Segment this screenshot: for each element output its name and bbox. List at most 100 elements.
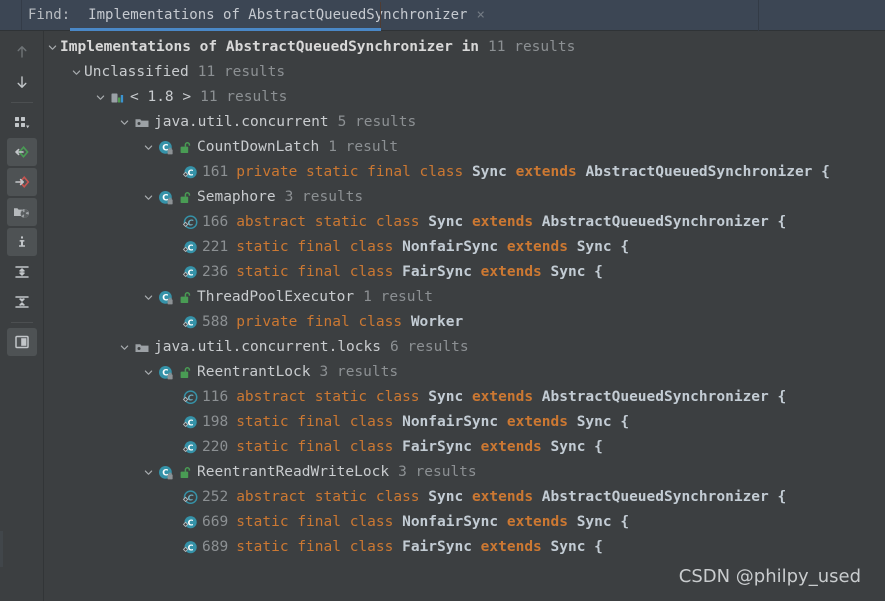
code-token: extends bbox=[471, 489, 542, 505]
code-token: AbstractQueuedSynchronizer bbox=[541, 489, 778, 505]
code-token: static bbox=[236, 264, 298, 280]
svg-text:C: C bbox=[162, 193, 168, 203]
tree-row-class[interactable]: C Semaphore 3 results bbox=[45, 185, 885, 210]
tree-row-class[interactable]: C ThreadPoolExecutor 1 result bbox=[45, 285, 885, 310]
tree-row-usage[interactable]: C 116 abstract static class Sync extends A… bbox=[45, 385, 885, 410]
tab-implementations[interactable]: Implementations of AbstractQueuedSynchro… bbox=[80, 0, 492, 30]
tree-row-package[interactable]: java.util.concurrent 5 results bbox=[45, 110, 885, 135]
tree-row-usage[interactable]: C 198 static final class NonfairSync exten… bbox=[45, 410, 885, 435]
tree-row-class[interactable]: C ReentrantReadWriteLock 3 results bbox=[45, 460, 885, 485]
tree-node-label: < 1.8 > bbox=[130, 89, 192, 105]
code-token: final bbox=[297, 539, 350, 555]
tree-row-usage[interactable]: C 689 static final class FairSync extends … bbox=[45, 535, 885, 560]
tree-row-usage[interactable]: C 221 static final class NonfairSync exten… bbox=[45, 235, 885, 260]
code-token: abstract bbox=[236, 389, 315, 405]
code-token: private bbox=[236, 164, 307, 180]
tree-row-usage[interactable]: C 161 private static final class Sync exte… bbox=[45, 160, 885, 185]
header-left-strip bbox=[0, 0, 22, 30]
code-token: extends bbox=[506, 414, 577, 430]
chevron-down-icon[interactable] bbox=[69, 67, 84, 78]
tree-row-usage[interactable]: C 166 abstract static class Sync extends A… bbox=[45, 210, 885, 235]
code-token: { bbox=[620, 514, 630, 530]
code-token: class bbox=[375, 489, 429, 505]
package-icon bbox=[132, 113, 152, 133]
tree-row-usage[interactable]: C 220 static final class FairSync extends … bbox=[45, 435, 885, 460]
find-toolbar bbox=[0, 31, 44, 601]
line-number: 689 bbox=[202, 539, 229, 555]
class-icon: C bbox=[156, 463, 176, 483]
chevron-down-icon[interactable] bbox=[117, 342, 132, 353]
result-count: 1 result bbox=[328, 139, 399, 155]
code-token: extends bbox=[480, 439, 551, 455]
public-visibility-icon bbox=[178, 190, 192, 206]
chevron-down-icon[interactable] bbox=[117, 117, 132, 128]
tree-row-group[interactable]: Unclassified 11 results bbox=[45, 60, 885, 85]
usage-code-snippet: static final class NonfairSync extends S… bbox=[236, 410, 629, 435]
inner-class-icon: C bbox=[180, 438, 200, 458]
class-icon: C bbox=[156, 138, 176, 158]
preview-panel-icon[interactable] bbox=[6, 328, 37, 356]
code-token: static bbox=[236, 439, 298, 455]
code-token: Sync bbox=[471, 164, 516, 180]
code-token: Sync bbox=[550, 539, 595, 555]
chevron-down-icon[interactable] bbox=[141, 367, 156, 378]
svg-text:C: C bbox=[188, 218, 194, 227]
code-token: { bbox=[594, 539, 603, 555]
code-token: class bbox=[349, 239, 403, 255]
show-read-access-icon[interactable] bbox=[6, 138, 37, 166]
collapse-all-icon[interactable] bbox=[7, 288, 37, 316]
svg-text:C: C bbox=[162, 368, 168, 378]
tree-row-usage[interactable]: C 588 private final class Worker bbox=[45, 310, 885, 335]
tree-node-label: ThreadPoolExecutor bbox=[197, 289, 355, 305]
tree-row-group[interactable]: < 1.8 > 11 results bbox=[45, 85, 885, 110]
svg-text:C: C bbox=[188, 443, 194, 452]
code-token: final bbox=[297, 414, 350, 430]
code-token: NonfairSync bbox=[402, 239, 507, 255]
code-token: static bbox=[306, 164, 368, 180]
line-number: 221 bbox=[202, 239, 229, 255]
chevron-down-icon[interactable] bbox=[141, 467, 156, 478]
info-icon[interactable] bbox=[6, 228, 37, 256]
line-number: 669 bbox=[202, 514, 229, 530]
chevron-down-icon[interactable] bbox=[141, 142, 156, 153]
code-token: Sync bbox=[576, 414, 621, 430]
next-occurrence-icon[interactable] bbox=[7, 68, 37, 96]
filter-icon[interactable] bbox=[6, 198, 37, 226]
expand-all-icon[interactable] bbox=[7, 258, 37, 286]
public-visibility-icon bbox=[178, 465, 192, 481]
chevron-down-icon[interactable] bbox=[141, 292, 156, 303]
group-by-icon[interactable] bbox=[7, 108, 37, 136]
public-visibility-icon bbox=[178, 140, 192, 156]
svg-text:C: C bbox=[162, 468, 168, 478]
code-token: class bbox=[349, 539, 403, 555]
close-icon[interactable]: × bbox=[476, 8, 484, 22]
code-token: static bbox=[236, 539, 298, 555]
code-token: static bbox=[236, 514, 298, 530]
code-token: class bbox=[375, 389, 429, 405]
tree-row-usage[interactable]: C 252 abstract static class Sync extends A… bbox=[45, 485, 885, 510]
tree-row-title[interactable]: Implementations of AbstractQueuedSynchro… bbox=[45, 35, 885, 60]
chevron-down-icon[interactable] bbox=[93, 92, 108, 103]
tree-row-package[interactable]: java.util.concurrent.locks 6 results bbox=[45, 335, 885, 360]
code-token: class bbox=[419, 164, 472, 180]
code-token: abstract bbox=[236, 489, 315, 505]
tree-row-class[interactable]: C ReentrantLock 3 results bbox=[45, 360, 885, 385]
results-tree[interactable]: Implementations of AbstractQueuedSynchro… bbox=[45, 31, 885, 601]
line-number: 116 bbox=[202, 389, 229, 405]
chevron-down-icon[interactable] bbox=[141, 192, 156, 203]
tree-row-usage[interactable]: C 236 static final class FairSync extends … bbox=[45, 260, 885, 285]
svg-text:C: C bbox=[188, 268, 194, 277]
previous-occurrence-icon[interactable] bbox=[7, 38, 37, 66]
tree-node-label: java.util.concurrent bbox=[154, 114, 329, 130]
inner-class-icon: C bbox=[180, 163, 200, 183]
tree-row-class[interactable]: C CountDownLatch 1 result bbox=[45, 135, 885, 160]
watermark: CSDN @philpy_used bbox=[678, 566, 861, 587]
tree-node-label: Semaphore bbox=[197, 189, 276, 205]
code-token: static bbox=[314, 389, 376, 405]
code-token: class bbox=[349, 264, 403, 280]
chevron-down-icon[interactable] bbox=[45, 42, 60, 53]
tree-row-usage[interactable]: C 669 static final class NonfairSync exten… bbox=[45, 510, 885, 535]
code-token: Sync bbox=[428, 389, 472, 405]
code-token: final bbox=[297, 264, 350, 280]
show-write-access-icon[interactable] bbox=[6, 168, 37, 196]
